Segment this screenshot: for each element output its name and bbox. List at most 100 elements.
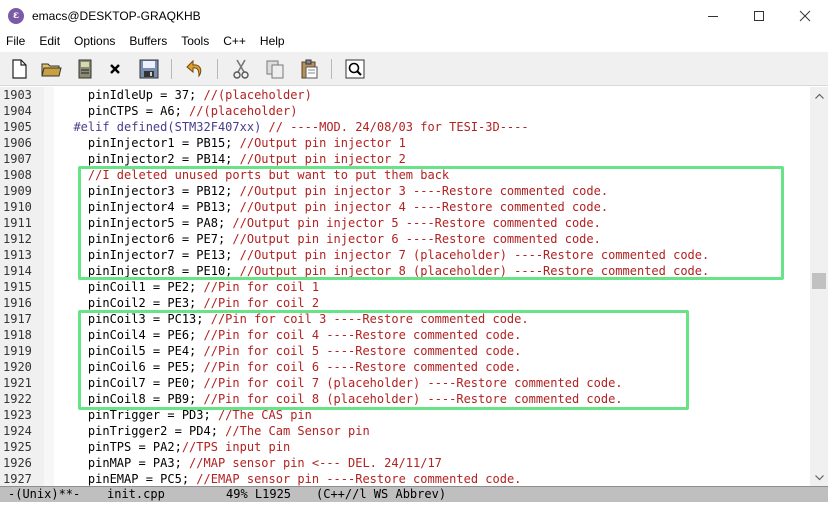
window-title: emacs@DESKTOP-GRAQKHB <box>32 8 201 23</box>
code-text: pinCoil2 = PE3; //Pin for coil 2 <box>59 295 319 311</box>
code-line: 1912 pinInjector6 = PE7; //Output pin in… <box>0 231 810 247</box>
code-line: 1926 pinMAP = PA3; //MAP sensor pin <---… <box>0 455 810 471</box>
menu-tools[interactable]: Tools <box>174 31 216 52</box>
code-statement: #elif defined(STM32F407xx) <box>59 120 269 134</box>
code-line: 1907 pinInjector2 = PB14; //Output pin i… <box>0 151 810 167</box>
new-file-icon <box>12 59 27 79</box>
code-comment: //EMAP sensor pin ----Restore commented … <box>196 472 522 486</box>
code-text: pinCoil3 = PC13; //Pin for coil 3 ----Re… <box>59 311 529 327</box>
minimize-button[interactable] <box>690 0 736 31</box>
modeline-state: -(Unix)**- <box>8 487 81 501</box>
code-line: 1927 pinEMAP = PC5; //EMAP sensor pin --… <box>0 471 810 486</box>
save-as-button[interactable] <box>137 57 161 81</box>
vertical-scrollbar[interactable] <box>810 87 828 486</box>
scroll-up-button[interactable] <box>810 87 828 104</box>
menu-help[interactable]: Help <box>253 31 292 52</box>
code-line: 1914 pinInjector8 = PE10; //Output pin i… <box>0 263 810 279</box>
line-number: 1924 <box>3 424 32 438</box>
menu-buffers[interactable]: Buffers <box>122 31 174 52</box>
line-number: 1911 <box>3 216 32 230</box>
open-folder-icon <box>41 63 62 77</box>
code-line: 1903 pinIdleUp = 37; //(placeholder) <box>0 87 810 103</box>
close-window-button[interactable] <box>782 0 828 31</box>
menu-edit[interactable]: Edit <box>32 31 67 52</box>
code-text: pinInjector1 = PB15; //Output pin inject… <box>59 135 406 151</box>
code-statement: pinCoil4 = PE6; <box>59 328 204 342</box>
code-statement: pinInjector1 = PB15; <box>59 136 240 150</box>
code-comment: //(placeholder) <box>203 88 312 102</box>
save-file-button[interactable] <box>73 57 97 81</box>
copy-button[interactable] <box>263 57 287 81</box>
code-text: pinInjector6 = PE7; //Output pin injecto… <box>59 231 601 247</box>
toolbar <box>0 52 828 86</box>
menu-cpp[interactable]: C++ <box>216 31 253 52</box>
menu-options[interactable]: Options <box>67 31 122 52</box>
editor-pane[interactable]: 1903 pinIdleUp = 37; //(placeholder) 1904… <box>0 87 810 486</box>
code-text: pinInjector4 = PB13; //Output pin inject… <box>59 199 608 215</box>
code-lines: 1903 pinIdleUp = 37; //(placeholder) 1904… <box>0 87 810 486</box>
code-comment: //Pin for coil 1 <box>203 280 320 294</box>
code-comment: //(placeholder) <box>189 104 298 118</box>
code-text: pinIdleUp = 37; //(placeholder) <box>59 87 312 103</box>
code-text: #elif defined(STM32F407xx) // ----MOD. 2… <box>59 119 529 135</box>
code-comment: //Pin for coil 8 (placeholder) ----Resto… <box>203 392 623 406</box>
code-text: pinInjector5 = PA8; //Output pin injecto… <box>59 215 601 231</box>
close-buffer-button[interactable] <box>103 57 127 81</box>
code-statement: pinMAP = PA3; <box>59 456 190 470</box>
code-line: 1917 pinCoil3 = PC13; //Pin for coil 3 -… <box>0 311 810 327</box>
code-line: 1911 pinInjector5 = PA8; //Output pin in… <box>0 215 810 231</box>
line-number: 1916 <box>3 296 32 310</box>
menu-bar: File Edit Options Buffers Tools C++ Help <box>0 31 828 52</box>
code-line: 1919 pinCoil5 = PE4; //Pin for coil 5 --… <box>0 343 810 359</box>
code-text: pinInjector2 = PB14; //Output pin inject… <box>59 151 406 167</box>
line-number: 1906 <box>3 136 32 150</box>
code-text: pinCTPS = A6; //(placeholder) <box>59 103 298 119</box>
code-statement: pinCoil1 = PE2; <box>59 280 204 294</box>
code-comment: //The Cam Sensor pin <box>225 424 370 438</box>
menu-file[interactable]: File <box>0 31 32 52</box>
code-comment: //Pin for coil 3 ----Restore commented c… <box>210 312 529 326</box>
save-as-icon <box>139 59 159 79</box>
modeline-major-mode[interactable]: (C++//l WS Abbrev) <box>316 487 446 502</box>
toolbar-separator <box>171 59 172 79</box>
line-number: 1917 <box>3 312 32 326</box>
app-icon-glyph: ε <box>12 9 20 21</box>
code-comment: //Pin for coil 6 ----Restore commented c… <box>203 360 522 374</box>
code-comment: //Pin for coil 5 ----Restore commented c… <box>203 344 522 358</box>
code-text: pinCoil1 = PE2; //Pin for coil 1 <box>59 279 319 295</box>
line-number: 1908 <box>3 168 32 182</box>
echo-area[interactable] <box>0 502 828 518</box>
line-number: 1922 <box>3 392 32 406</box>
copy-icon <box>266 60 284 79</box>
open-file-button[interactable] <box>39 57 63 81</box>
code-comment: //Output pin injector 8 (placeholder) --… <box>239 264 710 278</box>
scroll-down-button[interactable] <box>810 469 828 486</box>
code-text: pinCoil6 = PE5; //Pin for coil 6 ----Res… <box>59 359 522 375</box>
code-statement: pinCoil3 = PC13; <box>59 312 211 326</box>
code-comment: // ----MOD. 24/08/03 for TESI-3D---- <box>268 120 529 134</box>
new-file-button[interactable] <box>7 57 31 81</box>
cut-button[interactable] <box>229 57 253 81</box>
search-button[interactable] <box>343 57 367 81</box>
line-number: 1903 <box>3 88 32 102</box>
scroll-thumb[interactable] <box>812 273 826 289</box>
maximize-icon <box>754 10 764 21</box>
code-line: 1922 pinCoil8 = PB9; //Pin for coil 8 (p… <box>0 391 810 407</box>
line-number: 1909 <box>3 184 32 198</box>
modeline-buffer-name[interactable]: init.cpp <box>107 487 165 502</box>
code-statement: pinInjector7 = PE13; <box>59 248 240 262</box>
line-number: 1923 <box>3 408 32 422</box>
undo-icon <box>186 59 202 78</box>
paste-button[interactable] <box>297 57 321 81</box>
code-line: 1904 pinCTPS = A6; //(placeholder) <box>0 103 810 119</box>
search-icon <box>345 59 365 79</box>
maximize-button[interactable] <box>736 0 782 31</box>
code-statement: pinCoil6 = PE5; <box>59 360 204 374</box>
line-number: 1912 <box>3 232 32 246</box>
chevron-down-icon <box>814 474 824 480</box>
code-line: 1908 //I deleted unused ports but want t… <box>0 167 810 183</box>
code-comment: //I deleted unused ports but want to put… <box>87 168 450 182</box>
undo-button[interactable] <box>183 57 207 81</box>
code-text: pinCoil5 = PE4; //Pin for coil 5 ----Res… <box>59 343 522 359</box>
code-text: pinTPS = PA2;//TPS input pin <box>59 439 290 455</box>
